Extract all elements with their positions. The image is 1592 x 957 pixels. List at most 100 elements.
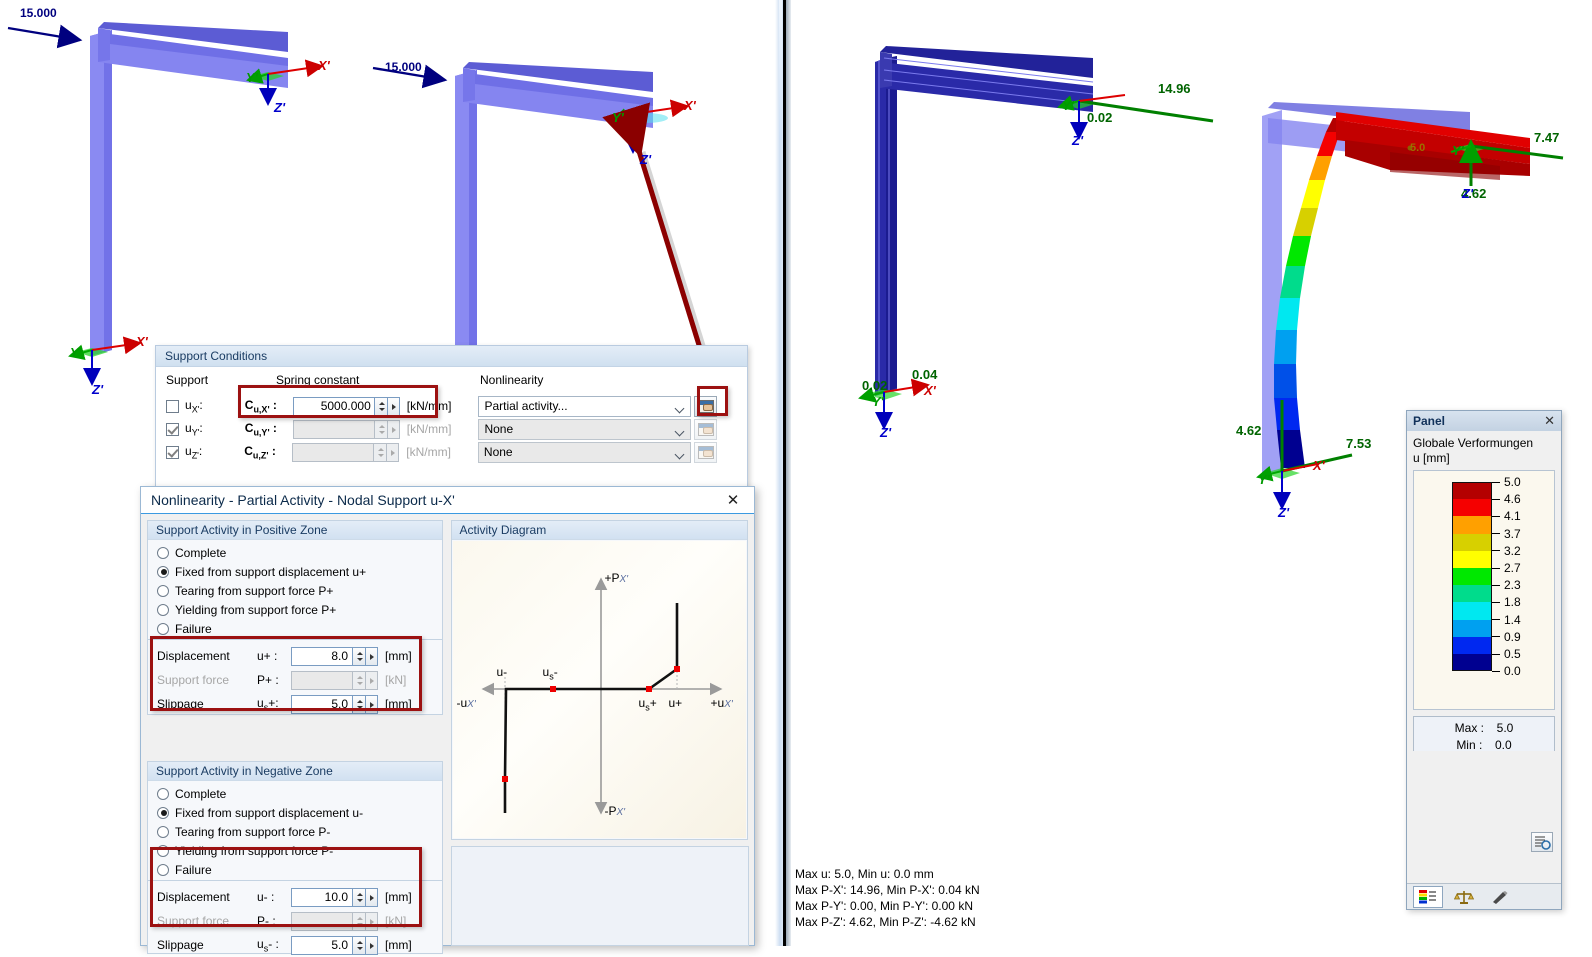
scale-tab[interactable] xyxy=(1449,886,1479,908)
spring-label-uy: Cu,Y' : xyxy=(244,420,277,438)
spinner-positive-support-force xyxy=(353,670,366,690)
view4-base-axis-z: Z' xyxy=(1278,505,1290,520)
nonlinearity-value-ux: Partial activity... xyxy=(484,398,568,413)
radio-positive-failure[interactable]: Failure xyxy=(148,619,442,638)
magnifier-button[interactable] xyxy=(1531,832,1553,852)
label-uy: uY': xyxy=(185,420,203,438)
max-value: 5.0 xyxy=(1496,721,1514,735)
positive-zone-title: Support Activity in Positive Zone xyxy=(148,521,442,540)
legend-tick-label: 5.0 xyxy=(1504,475,1521,489)
spin-more-positive-slippage[interactable] xyxy=(366,694,378,714)
nonlinearity-settings-button-uy xyxy=(694,418,718,440)
spinner-negative-support-force xyxy=(353,911,366,931)
radio-icon-positive-complete xyxy=(157,546,169,559)
spin-more-uy xyxy=(387,419,400,439)
status-text-block: Max u: 5.0, Min u: 0.0 mm Max P-X': 14.96… xyxy=(795,866,980,930)
spin-more-negative-support-force xyxy=(366,911,378,931)
input-positive-displacement[interactable]: 8.0 xyxy=(291,646,353,666)
spinner-positive-displacement[interactable] xyxy=(353,646,366,666)
unit-ux: [kN/mm] xyxy=(406,399,452,413)
spring-label-ux-sub: u,X' xyxy=(253,404,270,415)
legend-tick-label: 0.9 xyxy=(1504,629,1521,644)
nonlinearity-select-uz[interactable]: None xyxy=(477,441,691,463)
activity-diagram-canvas: +PX' -PX' +uX' -uX' u- us- us+ u+ xyxy=(452,541,746,838)
color-legend-tab[interactable] xyxy=(1413,885,1443,908)
factor-tab[interactable] xyxy=(1485,886,1515,908)
label-uz-sub: Z' xyxy=(191,450,199,461)
spin-more-positive-support-force xyxy=(366,670,378,690)
unit-negative-support-force: [kN] xyxy=(385,914,407,928)
view3-axis-y: Y' xyxy=(1062,98,1074,113)
legend-color-bar xyxy=(1452,482,1492,672)
close-icon[interactable]: ✕ xyxy=(720,490,746,510)
radio-positive-yielding[interactable]: Yielding from support force P+ xyxy=(148,600,442,619)
diagram-label-u-minus: u- xyxy=(496,665,508,679)
checkbox-ux[interactable] xyxy=(166,399,179,413)
spring-value-ux[interactable]: 5000.000 xyxy=(292,396,375,416)
max-row: Max : 5.0 xyxy=(1414,720,1554,737)
radio-negative-failure[interactable]: Failure xyxy=(148,860,442,879)
spinner-positive-slippage[interactable] xyxy=(353,694,366,714)
nonlinearity-left-column: Support Activity in Positive Zone Comple… xyxy=(147,520,443,955)
spinner-negative-slippage[interactable] xyxy=(353,935,366,955)
checkbox-uz[interactable] xyxy=(166,445,179,459)
nonlinearity-value-uz: None xyxy=(483,444,513,459)
legend-tick: 1.4 xyxy=(1492,613,1552,627)
input-positive-slippage[interactable]: 5.0 xyxy=(291,694,353,714)
diagram-label-py-positive: +PX' xyxy=(604,571,629,585)
view3-base-axis-x: X' xyxy=(924,383,936,398)
spin-more-ux[interactable] xyxy=(387,396,400,416)
view4-reaction-px: 7.47 xyxy=(1534,130,1560,145)
spring-label-uy-sub: u,Y' xyxy=(253,427,270,438)
color-legend: 5.0 4.6 4.1 3.7 3.2 2.7 2.3 1.8 1.4 0.9 0.5 0.0 xyxy=(1413,470,1555,710)
view3-reaction-base-x: 0.04 xyxy=(912,367,938,382)
radio-positive-fixed[interactable]: Fixed from support displacement u+ xyxy=(148,562,442,581)
view2-axis-x: X' xyxy=(684,98,696,113)
panel-close-icon[interactable]: ✕ xyxy=(1544,411,1555,431)
diagram-label-py-negative: -PX' xyxy=(604,804,626,818)
label-positive-support-force: Support force xyxy=(157,673,230,687)
symbol-negative-slippage: us- : xyxy=(257,936,279,954)
view1-base-axis-x: X' xyxy=(136,334,148,349)
view4-reaction-base-left: 4.62 xyxy=(1236,423,1262,438)
deformed-column xyxy=(1274,118,1346,468)
spin-more-positive-displacement[interactable] xyxy=(366,646,378,666)
hand-icon-uz xyxy=(702,449,713,457)
field-negative-displacement: Displacement u- : 10.0 [mm] xyxy=(148,885,442,909)
label-uy-sub: Y' xyxy=(191,427,200,438)
radio-icon-negative-tearing xyxy=(157,825,169,838)
radio-negative-fixed[interactable]: Fixed from support displacement u- xyxy=(148,803,442,822)
view3-reaction-px: 14.96 xyxy=(1158,81,1191,96)
nonlinearity-select-uy[interactable]: None xyxy=(478,418,692,440)
hand-icon-uy xyxy=(703,426,714,434)
nonlinearity-select-ux[interactable]: Partial activity... xyxy=(478,395,692,417)
view3-reaction-base-y: 0.02 xyxy=(862,378,888,393)
label-negative-complete: Complete xyxy=(175,786,227,801)
view2-axis-z: Z' xyxy=(640,152,652,167)
legend-color-cell xyxy=(1452,619,1492,637)
label-negative-slippage: Slippage xyxy=(157,938,204,952)
radio-negative-yielding[interactable]: Yielding from support force P- xyxy=(148,841,442,860)
symbol-negative-support-force: P- : xyxy=(257,914,276,928)
input-negative-displacement[interactable]: 10.0 xyxy=(291,887,353,907)
spin-more-negative-slippage[interactable] xyxy=(366,935,378,955)
radio-positive-complete[interactable]: Complete xyxy=(148,543,442,562)
nonlinearity-settings-button-ux[interactable] xyxy=(694,395,718,417)
radio-positive-tearing[interactable]: Tearing from support force P+ xyxy=(148,581,442,600)
input-negative-slippage[interactable]: 5.0 xyxy=(291,935,353,955)
view3-axis-z-top: Z' xyxy=(1072,133,1084,148)
spinner-negative-displacement[interactable] xyxy=(353,887,366,907)
panel-caption: Globale Verformungen xyxy=(1413,436,1534,450)
spinner-uy xyxy=(374,419,388,439)
spin-more-negative-displacement[interactable] xyxy=(366,887,378,907)
checkbox-uy[interactable] xyxy=(166,422,179,436)
spring-value-uz xyxy=(292,442,375,462)
support-conditions-title: Support Conditions xyxy=(156,346,747,367)
legend-tick: 0.0 xyxy=(1492,664,1552,678)
spinner-ux[interactable] xyxy=(374,396,388,416)
radio-negative-tearing[interactable]: Tearing from support force P- xyxy=(148,822,442,841)
radio-negative-complete[interactable]: Complete xyxy=(148,784,442,803)
unit-negative-displacement: [mm] xyxy=(385,890,412,904)
label-positive-tearing: Tearing from support force P+ xyxy=(175,583,334,598)
radio-icon-negative-yielding xyxy=(157,844,169,857)
